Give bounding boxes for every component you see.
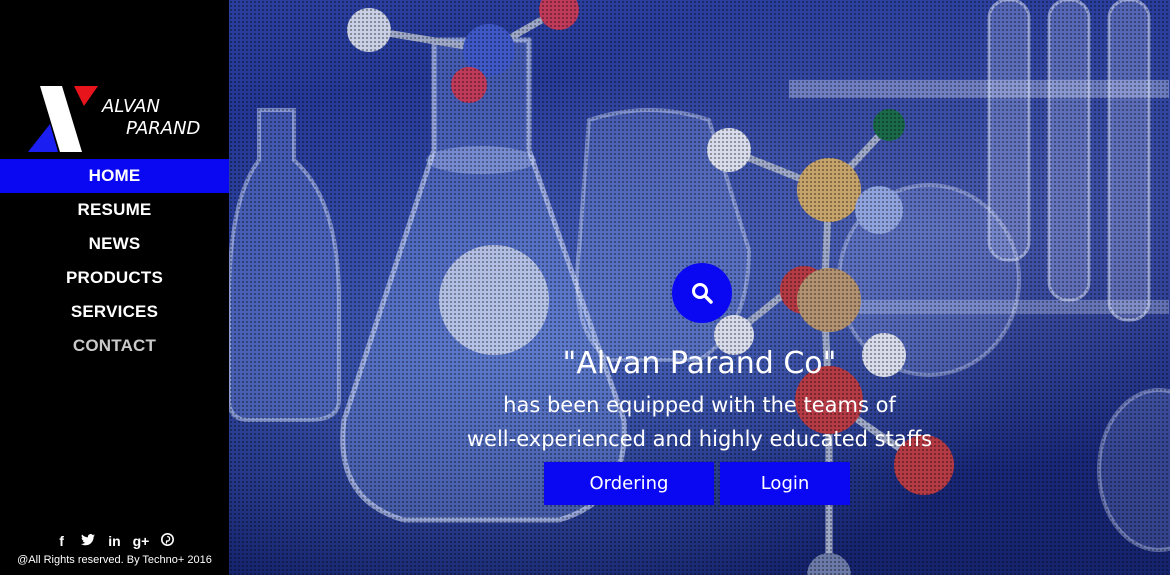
sidebar: ALVAN PARAND HOME RESUME NEWS PRODUCTS S…: [0, 0, 229, 575]
main-nav: HOME RESUME NEWS PRODUCTS SERVICES CONTA…: [0, 159, 229, 363]
search-button[interactable]: [672, 263, 732, 323]
hero-headline: "Alvan Parand Co": [562, 346, 837, 381]
twitter-icon[interactable]: [77, 532, 99, 550]
pinterest-icon[interactable]: [156, 532, 178, 550]
search-icon: [692, 283, 713, 304]
nav-item-products[interactable]: PRODUCTS: [0, 261, 229, 295]
hero-subline-1: has been equipped with the teams of: [503, 393, 896, 417]
social-links: f in g+: [0, 532, 229, 551]
brand-name: ALVAN PARAND: [102, 96, 218, 140]
brand-name-line2: PARAND: [126, 118, 201, 139]
nav-item-contact[interactable]: CONTACT: [0, 329, 229, 363]
ordering-button[interactable]: Ordering: [544, 462, 714, 505]
login-button[interactable]: Login: [720, 462, 850, 505]
nav-item-news[interactable]: NEWS: [0, 227, 229, 261]
copyright-text: @All Rights reserved. By Techno+ 2016: [17, 554, 212, 566]
hero-banner: "Alvan Parand Co" has been equipped with…: [229, 0, 1170, 575]
logo-mark-icon: [28, 86, 98, 152]
nav-item-resume[interactable]: RESUME: [0, 193, 229, 227]
nav-item-home[interactable]: HOME: [0, 159, 229, 193]
brand-name-line1: ALVAN: [102, 96, 160, 117]
facebook-icon[interactable]: f: [51, 532, 73, 550]
googleplus-icon[interactable]: g+: [130, 532, 152, 550]
brand-logo[interactable]: ALVAN PARAND: [28, 84, 218, 154]
hero-subline-2: well-experienced and highly educated sta…: [466, 427, 933, 451]
nav-item-services[interactable]: SERVICES: [0, 295, 229, 329]
linkedin-icon[interactable]: in: [104, 532, 126, 550]
